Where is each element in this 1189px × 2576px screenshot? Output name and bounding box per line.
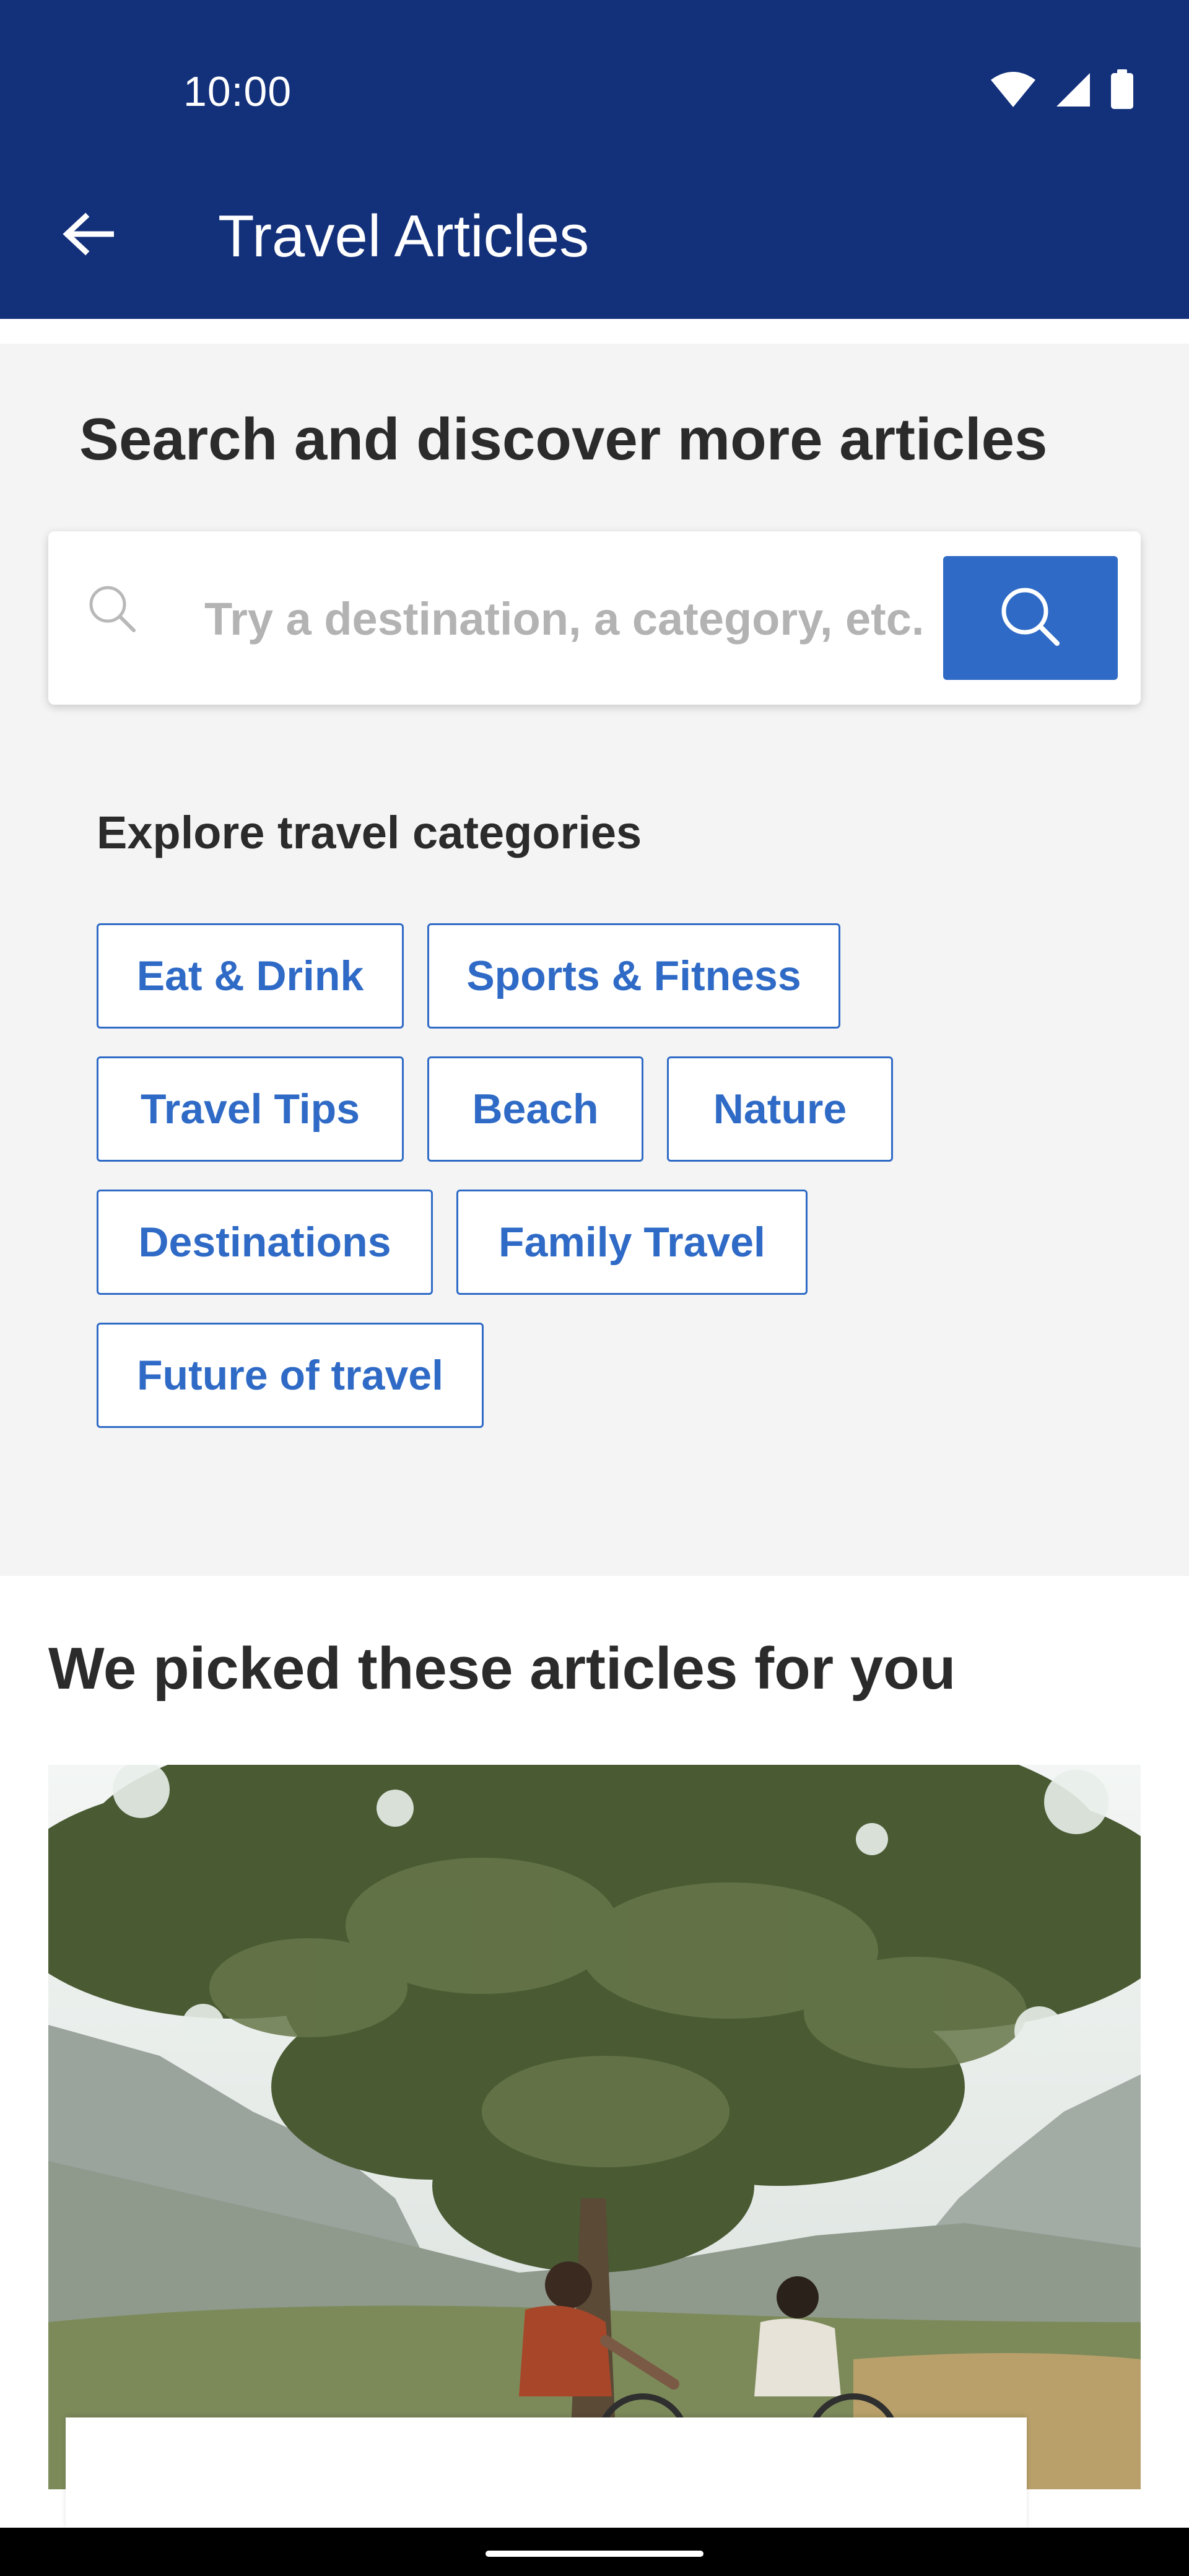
- battery-icon: [1110, 69, 1135, 110]
- category-chip-beach[interactable]: Beach: [427, 1056, 643, 1162]
- cell-signal-icon: [1055, 72, 1091, 108]
- status-icons: [990, 68, 1135, 111]
- category-chip-nature[interactable]: Nature: [667, 1056, 893, 1162]
- wifi-icon: [990, 71, 1037, 108]
- page-title: Travel Articles: [218, 203, 590, 269]
- categories-heading: Explore travel categories: [97, 807, 642, 858]
- search-section: Search and discover more articles Explor…: [0, 344, 1189, 1576]
- status-time: 10:00: [183, 68, 292, 115]
- article-image[interactable]: [48, 1765, 1141, 2489]
- search-heading: Search and discover more articles: [79, 406, 1048, 472]
- search-icon: [996, 583, 1065, 654]
- category-chip-eat-drink[interactable]: Eat & Drink: [97, 923, 404, 1029]
- home-handle[interactable]: [486, 2551, 703, 2557]
- search-box: [48, 531, 1141, 705]
- app-bar: 10:00 Travel Articles: [0, 0, 1189, 319]
- arrow-left-icon: [62, 212, 115, 259]
- search-icon: [84, 581, 140, 640]
- search-button[interactable]: [943, 556, 1118, 680]
- category-chip-travel-tips[interactable]: Travel Tips: [97, 1056, 404, 1162]
- search-input[interactable]: [203, 575, 973, 663]
- back-button[interactable]: [57, 204, 119, 266]
- article-card[interactable]: [66, 2417, 1027, 2528]
- category-chip-destinations[interactable]: Destinations: [97, 1190, 433, 1295]
- picked-heading: We picked these articles for you: [48, 1635, 956, 1702]
- system-nav-bar: [0, 2528, 1189, 2576]
- category-chip-family-travel[interactable]: Family Travel: [456, 1190, 808, 1295]
- category-chip-sports-fitness[interactable]: Sports & Fitness: [427, 923, 840, 1029]
- category-chip-future-of-travel[interactable]: Future of travel: [97, 1323, 484, 1428]
